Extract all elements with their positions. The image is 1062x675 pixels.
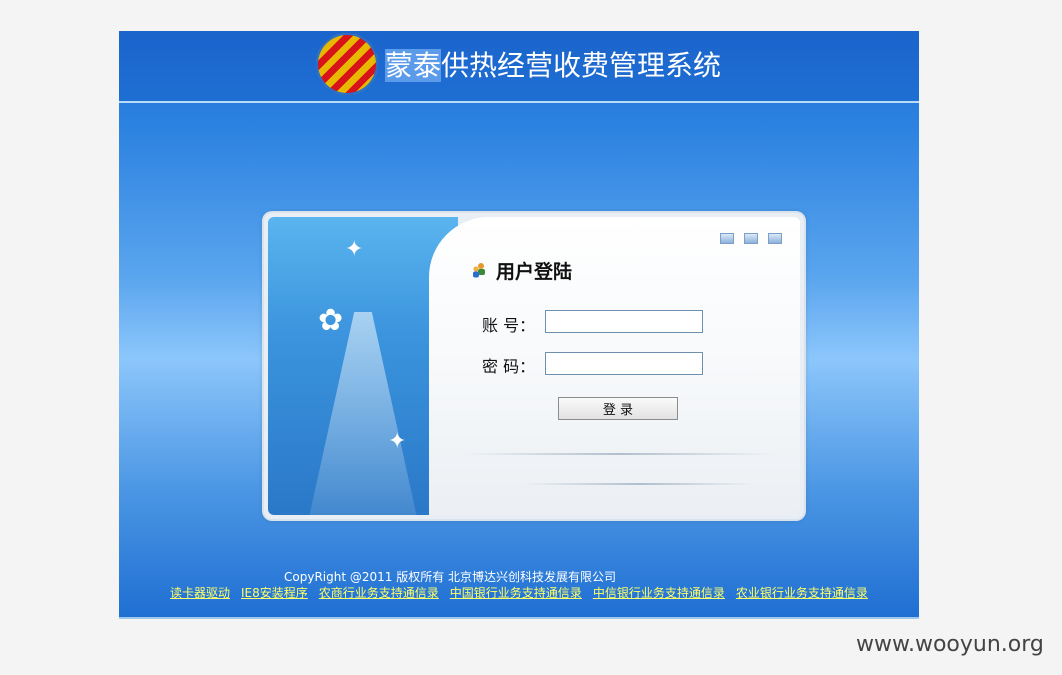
header-bar: 蒙泰供热经营收费管理系统 (119, 31, 919, 103)
link-card-reader-driver[interactable]: 读卡器驱动 (170, 584, 230, 601)
link-bank-of-china-contacts[interactable]: 中国银行业务支持通信录 (450, 584, 582, 601)
window-controls (720, 233, 782, 244)
link-ie8-installer[interactable]: IE8安装程序 (241, 584, 308, 601)
light-beam (308, 312, 418, 519)
account-input[interactable] (545, 310, 703, 333)
title-highlight: 蒙泰 (385, 49, 442, 82)
sparkle-icon: ✦ (345, 237, 364, 262)
window-control-icon[interactable] (744, 233, 758, 244)
password-label: 密 码： (482, 357, 536, 376)
main-frame: 蒙泰供热经营收费管理系统 ✦ ✦ ✿ 用户登陆 账 号： 密 码： 登 录 Co… (119, 31, 919, 619)
login-heading: 用户登陆 (496, 261, 573, 283)
sparkle-icon: ✦ (388, 429, 407, 454)
user-group-icon (473, 263, 485, 278)
password-input[interactable] (545, 352, 703, 375)
divider (524, 483, 754, 485)
flower-icon: ✿ (318, 303, 344, 338)
footer-links: 读卡器驱动 IE8安装程序 农商行业务支持通信录 中国银行业务支持通信录 中信银… (170, 584, 868, 601)
link-rural-commercial-bank-contacts[interactable]: 农商行业务支持通信录 (319, 584, 439, 601)
window-control-icon[interactable] (768, 233, 782, 244)
logo-icon (316, 33, 378, 95)
window-control-icon[interactable] (720, 233, 734, 244)
login-button[interactable]: 登 录 (558, 397, 678, 420)
page-title: 蒙泰供热经营收费管理系统 (385, 48, 721, 84)
copyright-text: CopyRight @2011 版权所有 北京博达兴创科技发展有限公司 (284, 570, 617, 584)
account-label: 账 号： (482, 316, 536, 335)
watermark: www.wooyun.org (856, 632, 1044, 657)
title-rest: 供热经营收费管理系统 (441, 49, 722, 82)
link-citic-bank-contacts[interactable]: 中信银行业务支持通信录 (593, 584, 725, 601)
login-panel: ✦ ✦ ✿ 用户登陆 账 号： 密 码： 登 录 (264, 213, 804, 519)
link-agricultural-bank-contacts[interactable]: 农业银行业务支持通信录 (736, 584, 868, 601)
divider (464, 453, 774, 455)
